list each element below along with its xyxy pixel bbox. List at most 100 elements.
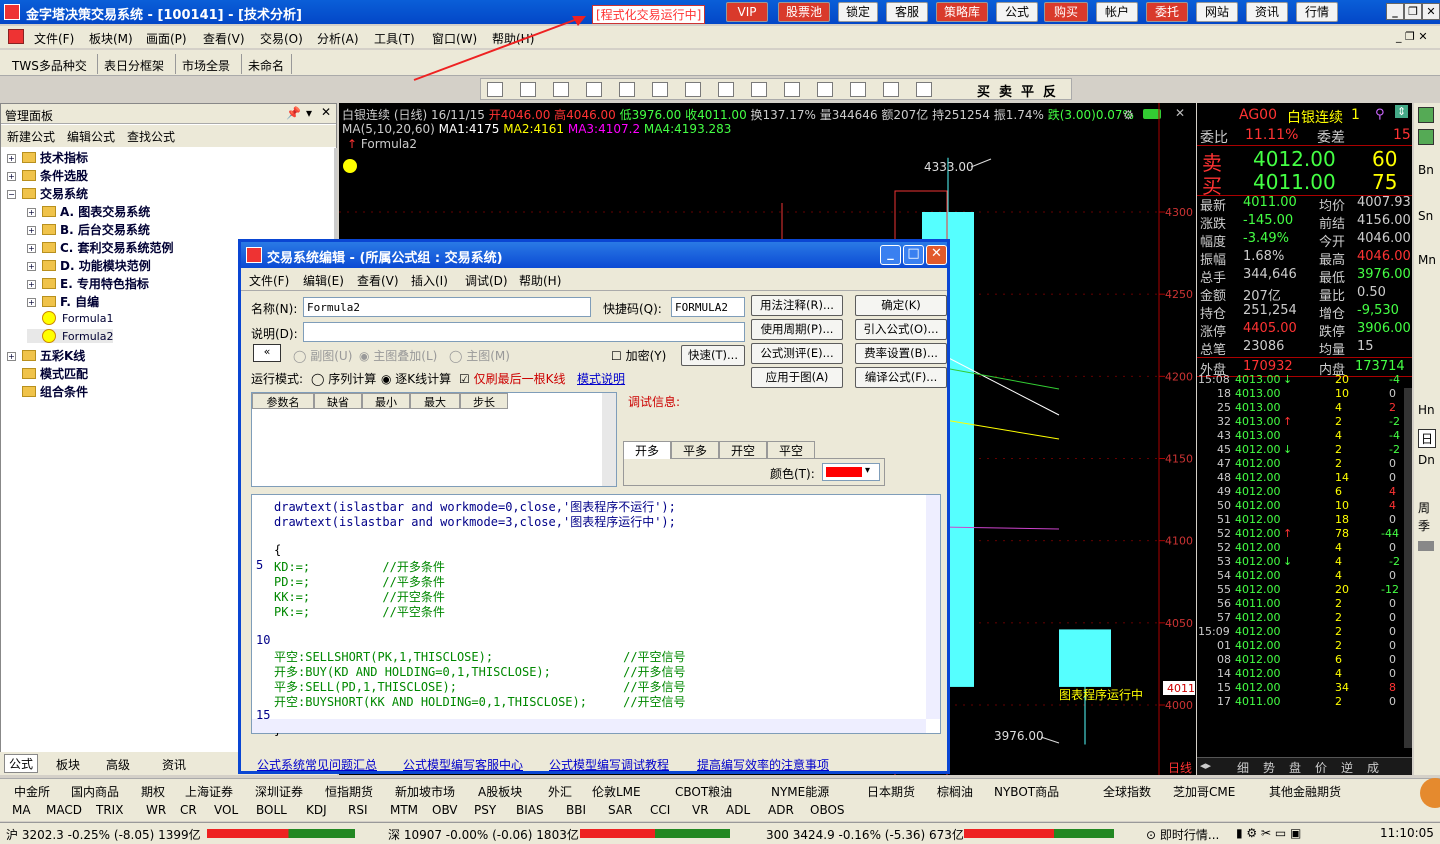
market-tab-15[interactable]: 全球指数 — [1103, 783, 1151, 800]
expand-icon[interactable]: + — [27, 280, 36, 289]
tree-item-8[interactable]: + F. 自编 — [27, 293, 99, 310]
tree-item-12[interactable]: 模式匹配 — [7, 365, 88, 382]
dialog-link-0[interactable]: 公式系统常见问题汇总 — [257, 756, 377, 773]
quote-expand-icon[interactable]: ⇕ — [1395, 105, 1409, 118]
market-tab-12[interactable]: 日本期货 — [867, 783, 915, 800]
indicator-18[interactable]: ADR — [768, 803, 794, 817]
market-tab-10[interactable]: CBOT粮油 — [675, 783, 732, 800]
tree-item-9[interactable]: Formula1 — [27, 311, 113, 325]
quote-tab-1[interactable]: 势 — [1263, 759, 1275, 776]
layer-tool-icon[interactable] — [883, 82, 899, 97]
draw-text-0[interactable]: 买 — [977, 81, 990, 100]
indicator-2[interactable]: TRIX — [96, 803, 123, 817]
expand-icon[interactable]: + — [7, 352, 16, 361]
line-tool-icon[interactable] — [520, 82, 536, 97]
indicator-12[interactable]: BIAS — [516, 803, 544, 817]
panel-close-icon[interactable]: ✕ — [321, 105, 331, 119]
sidebar-item-3[interactable]: Hn — [1418, 403, 1435, 417]
dialog-menu-item-4[interactable]: 调试(D) — [465, 272, 508, 289]
menu-item-3[interactable]: 查看(V) — [203, 30, 245, 47]
bottom-tab-0[interactable]: 公式 — [4, 754, 39, 773]
expand-icon[interactable]: + — [27, 244, 36, 253]
quote-tab-4[interactable]: 逆 — [1341, 759, 1353, 776]
rect-tool-icon[interactable] — [685, 82, 701, 97]
dialog-button-4[interactable]: 公式测评(E)... — [751, 343, 843, 364]
indicator-4[interactable]: CR — [180, 803, 197, 817]
trade-tab-0[interactable]: 开多 — [623, 441, 671, 459]
market-tab-4[interactable]: 深圳证券 — [255, 783, 303, 800]
params-scrollbar[interactable] — [602, 393, 616, 486]
market-tab-5[interactable]: 恒指期货 — [325, 783, 373, 800]
sidebar-item-5[interactable]: Dn — [1418, 453, 1435, 467]
top-button-10[interactable]: 资讯 — [1246, 2, 1288, 22]
indicator-7[interactable]: KDJ — [306, 803, 327, 817]
expand-icon[interactable]: + — [27, 226, 36, 235]
toolbar-tab-2[interactable]: 市场全景 — [176, 54, 242, 74]
tree-item-4[interactable]: + B. 后台交易系统 — [27, 221, 150, 238]
kline-calc-radio[interactable]: ◉ 逐K线计算 — [381, 370, 451, 387]
tree-item-1[interactable]: + 条件选股 — [7, 167, 88, 184]
dialog-menu-item-0[interactable]: 文件(F) — [249, 272, 289, 289]
top-button-7[interactable]: 帐户 — [1096, 2, 1138, 22]
indicator-10[interactable]: OBV — [432, 803, 458, 817]
minimize-button[interactable]: _ — [1386, 3, 1404, 20]
dialog-button-2[interactable]: 使用周期(P)... — [751, 319, 843, 340]
arrow-tool-icon[interactable] — [784, 82, 800, 97]
pin-icon[interactable]: 📌 — [286, 106, 301, 120]
dialog-button-3[interactable]: 引入公式(O)... — [855, 319, 947, 340]
radio-sub-chart[interactable]: ◯ 副图(U) — [293, 347, 352, 364]
period-tab[interactable]: 日线 — [1168, 759, 1192, 776]
menu-item-5[interactable]: 分析(A) — [317, 30, 359, 47]
top-button-3[interactable]: 客服 — [886, 2, 928, 22]
expand-icon[interactable]: + — [27, 208, 36, 217]
dialog-close-button[interactable]: ✕ — [926, 245, 947, 265]
dialog-minimize-button[interactable]: _ — [880, 245, 901, 265]
trade-tab-1[interactable]: 平多 — [671, 441, 719, 459]
color-tool-icon[interactable] — [850, 82, 866, 97]
dialog-menu-item-5[interactable]: 帮助(H) — [519, 272, 561, 289]
market-tab-0[interactable]: 中金所 — [14, 783, 50, 800]
sidebar-scroll[interactable] — [1418, 541, 1434, 551]
grid-tool-icon[interactable] — [652, 82, 668, 97]
select-tool-icon[interactable] — [487, 82, 503, 97]
manager-action-0[interactable]: 新建公式 — [7, 130, 55, 144]
dialog-menu-item-1[interactable]: 编辑(E) — [303, 272, 344, 289]
text-tool-icon[interactable] — [553, 82, 569, 97]
indicator-11[interactable]: PSY — [474, 803, 496, 817]
sidebar-item-7[interactable]: 季 — [1418, 517, 1430, 534]
indicator-13[interactable]: BBI — [566, 803, 586, 817]
dialog-link-1[interactable]: 公式模型编写客服中心 — [403, 756, 523, 773]
menu-item-0[interactable]: 文件(F) — [34, 30, 74, 47]
market-tab-3[interactable]: 上海证券 — [185, 783, 233, 800]
collapse-button[interactable]: « — [253, 344, 281, 362]
program-status[interactable]: [程式化交易运行中] — [592, 5, 706, 24]
draw-text-3[interactable]: 反 — [1043, 81, 1056, 100]
top-button-6[interactable]: 购买 — [1044, 2, 1088, 22]
indicator-14[interactable]: SAR — [608, 803, 632, 817]
shortcut-input[interactable] — [671, 297, 745, 317]
indicator-9[interactable]: MTM — [390, 803, 418, 817]
draw-text-2[interactable]: 平 — [1021, 81, 1034, 100]
top-button-4[interactable]: 策略库 — [936, 2, 988, 22]
close-button[interactable]: ✕ — [1422, 3, 1440, 20]
quote-tab-5[interactable]: 成 — [1367, 759, 1379, 776]
tree-item-3[interactable]: + A. 图表交易系统 — [27, 203, 150, 220]
color-select[interactable]: ▾ — [822, 463, 880, 481]
top-button-11[interactable]: 行情 — [1296, 2, 1338, 22]
draw-text-1[interactable]: 卖 — [999, 81, 1012, 100]
params-table[interactable]: 参数名 缺省 最小 最大 步长 — [251, 392, 617, 487]
ellipse-tool-icon[interactable] — [718, 82, 734, 97]
market-tab-7[interactable]: A股板块 — [478, 783, 522, 800]
indicator-8[interactable]: RSI — [348, 803, 368, 817]
market-tab-8[interactable]: 外汇 — [548, 783, 572, 800]
quote-prev-icon[interactable]: ◂▸ — [1200, 759, 1211, 772]
dialog-link-2[interactable]: 公式模型编写调试教程 — [549, 756, 669, 773]
top-button-0[interactable]: VIP — [726, 2, 768, 22]
label-tool-icon[interactable] — [751, 82, 767, 97]
quote-scrollbar[interactable] — [1404, 388, 1412, 748]
tree-item-13[interactable]: 组合条件 — [7, 383, 88, 400]
trade-tab-2[interactable]: 开空 — [719, 441, 767, 459]
seq-calc-radio[interactable]: ◯ 序列计算 — [311, 370, 376, 387]
fib-tool-icon[interactable] — [586, 82, 602, 97]
indicator-0[interactable]: MA — [12, 803, 31, 817]
